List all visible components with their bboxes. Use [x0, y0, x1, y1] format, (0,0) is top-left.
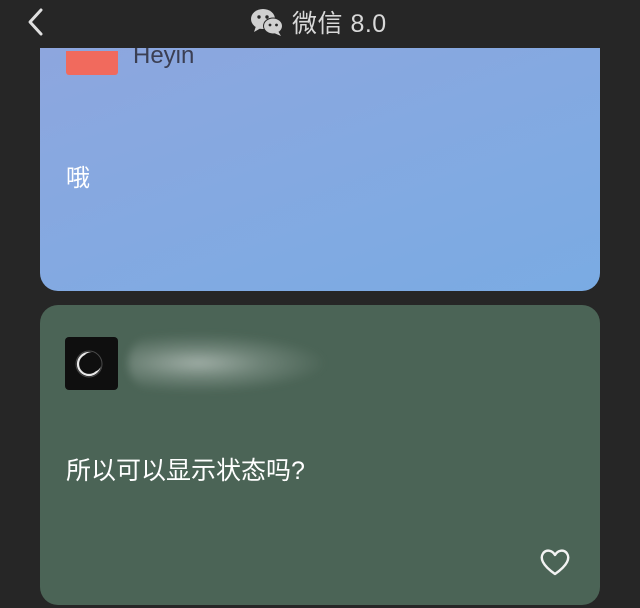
avatar[interactable]	[66, 51, 118, 75]
eclipse-ring-icon	[75, 350, 103, 378]
page-title: 微信 8.0	[250, 4, 387, 40]
back-button[interactable]	[22, 6, 50, 38]
sender-name-blurred	[128, 333, 328, 393]
heart-outline-icon	[540, 549, 570, 576]
avatar[interactable]	[65, 337, 118, 390]
page-title-text: 微信 8.0	[292, 10, 387, 38]
chevron-left-icon	[28, 8, 43, 36]
wechat-logo-icon	[251, 9, 283, 36]
message-card[interactable]: 所以可以显示状态吗?	[40, 305, 600, 605]
message-card[interactable]: Heyin 哦	[40, 30, 600, 291]
top-bar: 微信 8.0	[0, 0, 640, 48]
message-text: 所以可以显示状态吗?	[66, 457, 305, 485]
message-text: 哦	[66, 165, 90, 192]
like-button[interactable]	[538, 545, 572, 579]
